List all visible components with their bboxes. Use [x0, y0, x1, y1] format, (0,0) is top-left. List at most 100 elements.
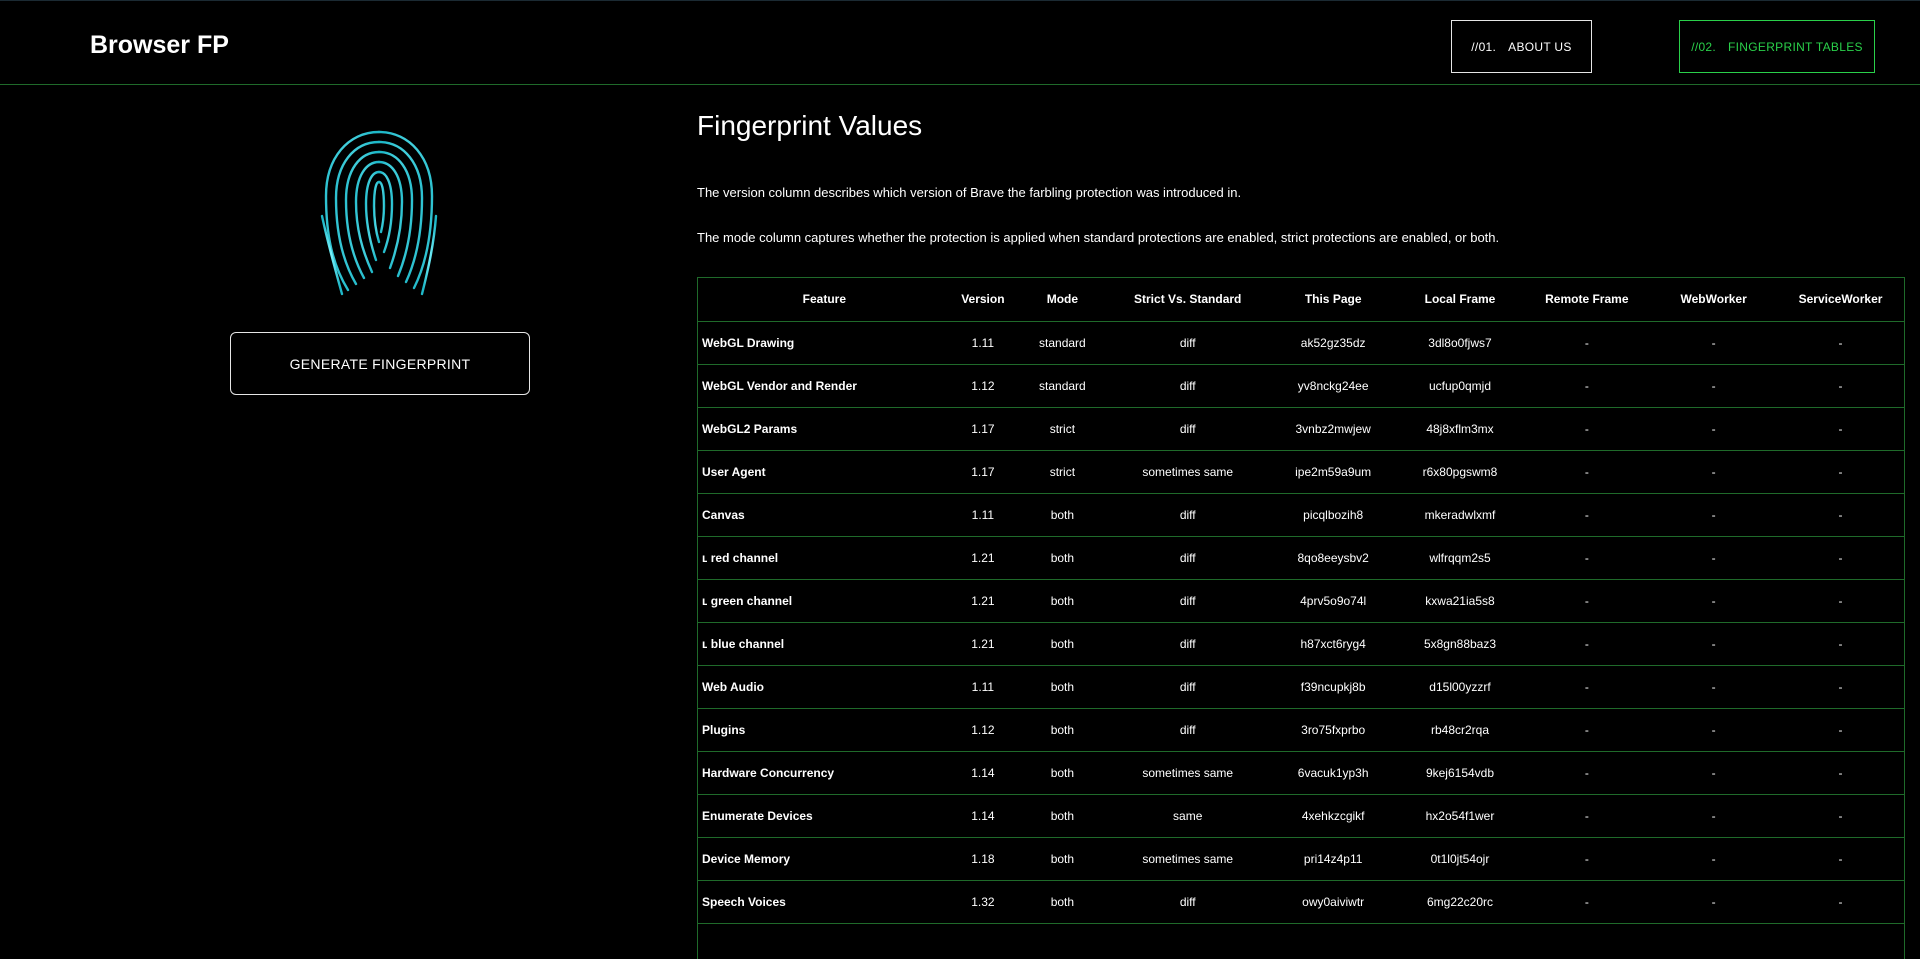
- cell-serviceworker: -: [1777, 837, 1904, 881]
- table-row: ʟ blue channel 1.21 both diff h87xct6ryg4 5x8…: [698, 622, 1904, 666]
- cell-feature: ʟ red channel: [698, 536, 947, 580]
- cell-webworker: -: [1650, 579, 1778, 623]
- cell-mode: both: [1019, 837, 1106, 881]
- cell-webworker: -: [1650, 837, 1778, 881]
- fingerprint-icon: [320, 130, 438, 296]
- cell-webworker: -: [1650, 751, 1778, 795]
- cell-webworker: -: [1650, 622, 1778, 666]
- nav-about-us-button[interactable]: //01. ABOUT US: [1451, 20, 1592, 73]
- cell-webworker: -: [1650, 450, 1778, 494]
- cell-serviceworker: -: [1777, 622, 1904, 666]
- header-local-frame: Local Frame: [1396, 278, 1524, 322]
- cell-this-page: 4xehkzcgikf: [1269, 794, 1397, 838]
- cell-webworker: -: [1650, 536, 1778, 580]
- cell-version: 1.17: [946, 407, 1020, 451]
- table-row: Speech Voices 1.32 both diff owy0aiviwtr 6mg2…: [698, 880, 1904, 924]
- cell-feature: Enumerate Devices: [698, 794, 947, 838]
- cell-version: 1.12: [946, 708, 1020, 752]
- table-header-row: Feature Version Mode Strict Vs. Standard…: [698, 278, 1904, 322]
- cell-local-frame: 9kej6154vdb: [1396, 751, 1524, 795]
- cell-feature: Web Audio: [698, 665, 947, 709]
- cell-version: 1.18: [946, 837, 1020, 881]
- cell-remote-frame: -: [1523, 880, 1651, 924]
- version-description: The version column describes which versi…: [697, 185, 1242, 200]
- cell-remote-frame: -: [1523, 407, 1651, 451]
- cell-serviceworker: -: [1777, 794, 1904, 838]
- cell-serviceworker: -: [1777, 880, 1904, 924]
- cell-mode: both: [1019, 794, 1106, 838]
- cell-mode: both: [1019, 708, 1106, 752]
- table-row: WebGL Vendor and Render 1.12 standard diff y…: [698, 364, 1904, 408]
- cell-remote-frame: -: [1523, 794, 1651, 838]
- cell-strict-vs-standard: diff: [1105, 579, 1270, 623]
- brand-title[interactable]: Browser FP: [90, 31, 229, 60]
- cell-mode: both: [1019, 493, 1106, 537]
- cell-this-page: 8qo8eeysbv2: [1269, 536, 1397, 580]
- nav-about-label: ABOUT US: [1508, 39, 1572, 54]
- table-row: Web Audio 1.11 both diff f39ncupkj8b d15l00yz…: [698, 665, 1904, 709]
- cell-version: 1.14: [946, 794, 1020, 838]
- cell-this-page: ipe2m59a9um: [1269, 450, 1397, 494]
- cell-strict-vs-standard: diff: [1105, 880, 1270, 924]
- cell-serviceworker: -: [1777, 493, 1904, 537]
- cell-local-frame: hx2o54f1wer: [1396, 794, 1524, 838]
- cell-version: 1.21: [946, 536, 1020, 580]
- cell-mode: standard: [1019, 364, 1106, 408]
- cell-local-frame: 0t1l0jt54ojr: [1396, 837, 1524, 881]
- cell-feature: ʟ blue channel: [698, 622, 947, 666]
- header-serviceworker: ServiceWorker: [1777, 278, 1904, 322]
- cell-remote-frame: -: [1523, 708, 1651, 752]
- cell-remote-frame: -: [1523, 665, 1651, 709]
- fingerprint-table: Feature Version Mode Strict Vs. Standard…: [698, 278, 1904, 924]
- cell-serviceworker: -: [1777, 364, 1904, 408]
- cell-strict-vs-standard: same: [1105, 794, 1270, 838]
- table-row: WebGL Drawing 1.11 standard diff ak52gz35dz 3…: [698, 321, 1904, 365]
- cell-serviceworker: -: [1777, 407, 1904, 451]
- cell-strict-vs-standard: diff: [1105, 493, 1270, 537]
- header-feature: Feature: [698, 278, 947, 322]
- header-webworker: WebWorker: [1650, 278, 1778, 322]
- cell-feature: WebGL Vendor and Render: [698, 364, 947, 408]
- nav-fingerprint-tables-button[interactable]: //02. FINGERPRINT TABLES: [1679, 20, 1875, 73]
- cell-remote-frame: -: [1523, 837, 1651, 881]
- cell-local-frame: rb48cr2rqa: [1396, 708, 1524, 752]
- cell-feature: Speech Voices: [698, 880, 947, 924]
- cell-feature: WebGL Drawing: [698, 321, 947, 365]
- cell-version: 1.11: [946, 665, 1020, 709]
- cell-local-frame: 3dl8o0fjws7: [1396, 321, 1524, 365]
- cell-version: 1.14: [946, 751, 1020, 795]
- cell-remote-frame: -: [1523, 536, 1651, 580]
- table-row: WebGL2 Params 1.17 strict diff 3vnbz2mwjew 48…: [698, 407, 1904, 451]
- fingerprint-table-container[interactable]: Feature Version Mode Strict Vs. Standard…: [697, 277, 1905, 959]
- table-row: ʟ red channel 1.21 both diff 8qo8eeysbv2 wlfr…: [698, 536, 1904, 580]
- cell-webworker: -: [1650, 493, 1778, 537]
- cell-strict-vs-standard: diff: [1105, 536, 1270, 580]
- cell-this-page: 3ro75fxprbo: [1269, 708, 1397, 752]
- cell-local-frame: d15l00yzzrf: [1396, 665, 1524, 709]
- cell-serviceworker: -: [1777, 450, 1904, 494]
- generate-fingerprint-button[interactable]: GENERATE FINGERPRINT: [230, 332, 530, 395]
- cell-strict-vs-standard: diff: [1105, 622, 1270, 666]
- cell-mode: both: [1019, 665, 1106, 709]
- cell-this-page: 6vacuk1yp3h: [1269, 751, 1397, 795]
- cell-this-page: pri14z4p11: [1269, 837, 1397, 881]
- cell-serviceworker: -: [1777, 708, 1904, 752]
- cell-this-page: f39ncupkj8b: [1269, 665, 1397, 709]
- cell-remote-frame: -: [1523, 622, 1651, 666]
- table-row: Device Memory 1.18 both sometimes same pri14…: [698, 837, 1904, 881]
- table-row: User Agent 1.17 strict sometimes same ipe2m5…: [698, 450, 1904, 494]
- cell-webworker: -: [1650, 794, 1778, 838]
- cell-webworker: -: [1650, 364, 1778, 408]
- cell-this-page: 4prv5o9o74l: [1269, 579, 1397, 623]
- table-row: Enumerate Devices 1.14 both same 4xehkzcgikf…: [698, 794, 1904, 838]
- cell-mode: both: [1019, 536, 1106, 580]
- page-title: Fingerprint Values: [697, 110, 923, 141]
- cell-strict-vs-standard: diff: [1105, 321, 1270, 365]
- cell-local-frame: 6mg22c20rc: [1396, 880, 1524, 924]
- header-version: Version: [946, 278, 1020, 322]
- cell-local-frame: 5x8gn88baz3: [1396, 622, 1524, 666]
- cell-this-page: owy0aiviwtr: [1269, 880, 1397, 924]
- cell-webworker: -: [1650, 321, 1778, 365]
- cell-remote-frame: -: [1523, 364, 1651, 408]
- cell-webworker: -: [1650, 407, 1778, 451]
